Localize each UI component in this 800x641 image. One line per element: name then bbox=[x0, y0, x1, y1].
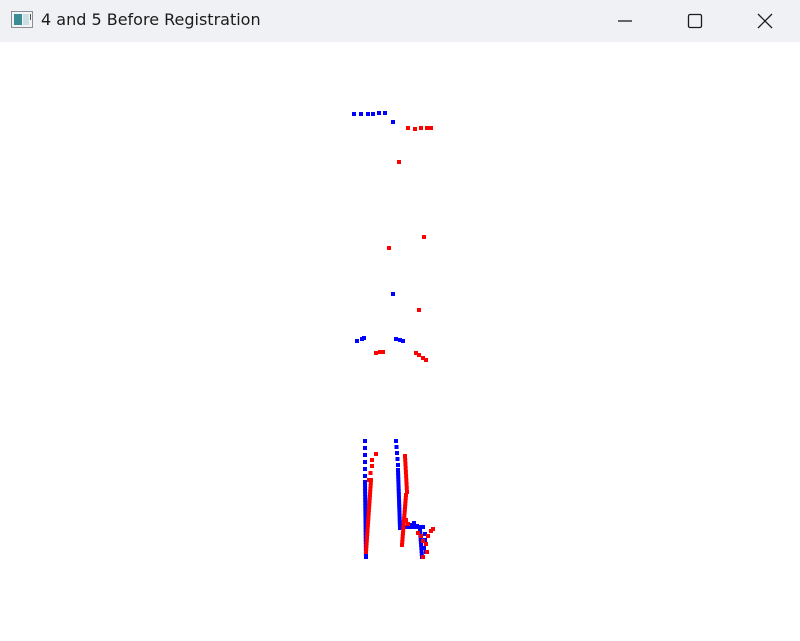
point-red bbox=[404, 518, 408, 522]
point-red bbox=[417, 308, 421, 312]
point-red bbox=[404, 486, 409, 490]
point-blue bbox=[395, 457, 400, 461]
point-red bbox=[403, 466, 408, 470]
point-blue bbox=[395, 451, 399, 455]
point-red bbox=[424, 542, 428, 546]
point-red bbox=[374, 351, 378, 355]
render-canvas[interactable] bbox=[0, 42, 800, 641]
app-window-icon[interactable] bbox=[11, 11, 33, 28]
point-red bbox=[421, 555, 425, 559]
point-blue bbox=[363, 474, 367, 478]
point-red bbox=[403, 462, 408, 466]
point-red bbox=[429, 126, 433, 130]
point-blue bbox=[363, 439, 367, 443]
point-blue bbox=[371, 112, 375, 116]
close-icon bbox=[757, 13, 773, 29]
point-red bbox=[425, 126, 429, 130]
point-blue bbox=[359, 112, 363, 116]
point-cloud-view[interactable] bbox=[0, 42, 800, 641]
point-red bbox=[370, 458, 374, 462]
point-blue bbox=[415, 524, 419, 528]
point-red bbox=[417, 353, 421, 357]
point-red bbox=[404, 474, 409, 478]
point-blue bbox=[394, 439, 398, 443]
point-blue bbox=[396, 463, 400, 467]
window-title: 4 and 5 Before Registration bbox=[41, 10, 261, 29]
point-red bbox=[387, 246, 391, 250]
point-blue bbox=[355, 339, 359, 343]
maximize-icon bbox=[687, 13, 703, 29]
point-blue bbox=[366, 112, 370, 116]
point-blue bbox=[363, 453, 367, 457]
point-red bbox=[403, 454, 407, 458]
point-blue bbox=[352, 112, 356, 116]
point-blue bbox=[391, 292, 395, 296]
point-red bbox=[381, 350, 385, 354]
minimize-icon bbox=[618, 20, 632, 22]
point-red bbox=[404, 482, 409, 486]
point-red bbox=[374, 452, 378, 456]
point-red bbox=[424, 358, 428, 362]
point-red bbox=[419, 126, 423, 130]
point-red bbox=[413, 127, 417, 131]
point-red bbox=[426, 534, 430, 538]
point-blue bbox=[377, 111, 381, 115]
point-red bbox=[397, 160, 401, 164]
point-red bbox=[422, 235, 426, 239]
point-red bbox=[425, 550, 429, 554]
point-blue bbox=[363, 460, 367, 464]
title-bar[interactable]: 4 and 5 Before Registration bbox=[0, 0, 800, 42]
point-blue bbox=[394, 337, 398, 341]
point-red bbox=[403, 458, 408, 462]
point-red bbox=[400, 543, 404, 547]
point-blue bbox=[362, 336, 366, 340]
minimize-button[interactable] bbox=[590, 0, 660, 42]
application-window: 4 and 5 Before Registration bbox=[0, 0, 800, 641]
point-red bbox=[406, 126, 410, 130]
maximize-button[interactable] bbox=[660, 0, 730, 42]
point-red bbox=[431, 527, 435, 531]
point-blue bbox=[363, 467, 367, 471]
point-red bbox=[403, 470, 408, 474]
point-red bbox=[368, 471, 373, 475]
point-blue bbox=[401, 339, 405, 343]
point-blue bbox=[364, 555, 368, 559]
point-blue bbox=[363, 446, 367, 450]
point-blue bbox=[422, 546, 426, 550]
close-button[interactable] bbox=[730, 0, 800, 42]
point-red bbox=[404, 478, 409, 482]
point-red bbox=[419, 534, 423, 538]
point-blue bbox=[383, 111, 387, 115]
point-blue bbox=[391, 120, 395, 124]
point-red bbox=[406, 522, 410, 526]
point-blue bbox=[394, 445, 399, 449]
point-red bbox=[364, 550, 368, 554]
point-red bbox=[370, 464, 374, 468]
